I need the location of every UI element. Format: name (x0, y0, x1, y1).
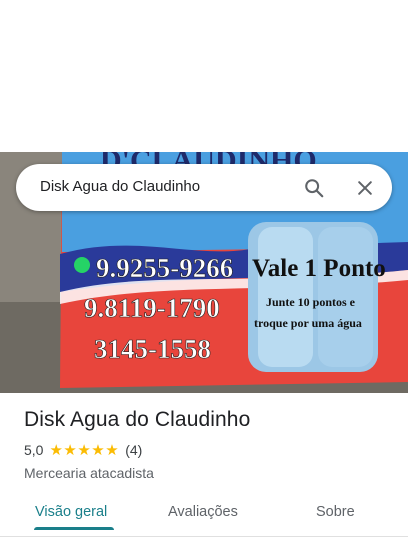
rating-value: 5,0 (24, 442, 44, 458)
close-icon (358, 181, 372, 195)
reviews-count[interactable]: (4) (125, 442, 142, 458)
place-info: Disk Agua do Claudinho 5,0 ★★★★★ (4) Mer… (24, 408, 394, 481)
search-button[interactable] (298, 172, 330, 204)
card-promo-line1: Junte 10 pontos e (266, 295, 356, 309)
active-tab-indicator (34, 527, 114, 530)
card-phone-2: 9.8119-1790 (84, 293, 220, 323)
search-input[interactable]: Disk Agua do Claudinho (40, 178, 200, 195)
place-category[interactable]: Mercearia atacadista (24, 465, 394, 481)
star-rating-icon: ★★★★★ (49, 442, 120, 459)
tab-overview[interactable]: Visão geral (35, 504, 107, 520)
card-promo-title: Vale 1 Ponto (252, 255, 386, 282)
whatsapp-icon (74, 257, 90, 273)
place-title: Disk Agua do Claudinho (24, 408, 251, 431)
place-tabs: Visão geral Avaliações Sobre (0, 494, 408, 534)
card-phone-3: 3145-1558 (94, 334, 211, 364)
search-bar[interactable]: Disk Agua do Claudinho (16, 164, 392, 211)
tab-about[interactable]: Sobre (316, 504, 355, 520)
card-phone-1: 9.9255-9266 (96, 253, 233, 283)
rating-row[interactable]: 5,0 ★★★★★ (4) (24, 441, 394, 459)
card-promo-line2: troque por uma água (254, 316, 362, 330)
tabs-divider (0, 536, 408, 537)
tab-reviews[interactable]: Avaliações (168, 504, 238, 520)
clear-search-button[interactable] (349, 172, 381, 204)
search-icon (305, 179, 324, 198)
